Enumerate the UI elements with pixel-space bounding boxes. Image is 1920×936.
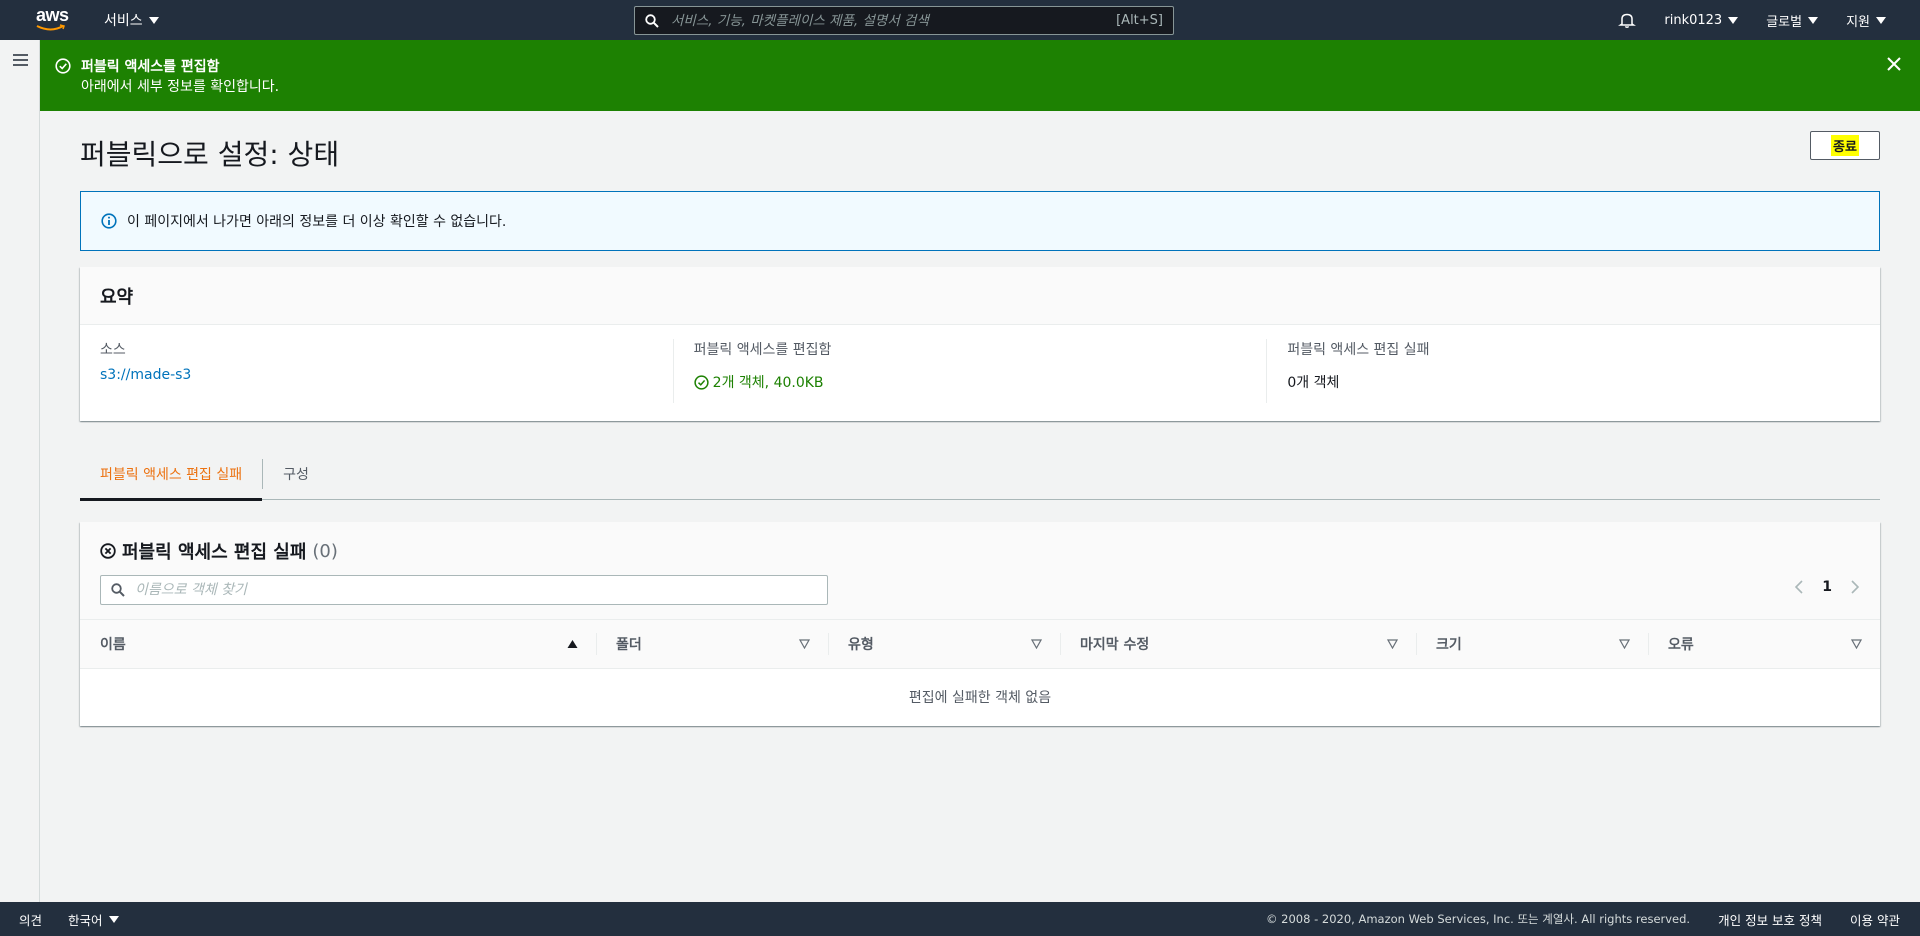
table-search-input[interactable] — [135, 582, 817, 598]
succeeded-value-wrap: 2개 객체, 40.0KB — [694, 372, 1247, 392]
global-search[interactable]: [Alt+S] — [634, 6, 1174, 35]
copyright-text: © 2008 - 2020, Amazon Web Services, Inc.… — [1266, 912, 1691, 926]
pagination: 1 — [1794, 579, 1860, 595]
menu-icon[interactable] — [13, 54, 28, 66]
source-label: 소스 — [100, 342, 126, 358]
column-header-name[interactable]: 이름 — [80, 620, 596, 669]
table-title: 퍼블릭 액세스 편집 실패 (0) — [100, 538, 338, 564]
support-menu-button[interactable]: 지원 — [1832, 11, 1900, 30]
search-icon — [645, 13, 659, 28]
column-label: 마지막 수정 — [1080, 637, 1150, 653]
page-title: 퍼블릭으로 설정: 상태 — [80, 138, 340, 171]
region-menu-button[interactable]: 글로벌 — [1752, 11, 1832, 30]
footer-left: 의견 한국어 — [19, 902, 119, 936]
caret-down-icon — [1728, 16, 1739, 24]
account-label: rink0123 — [1664, 12, 1723, 28]
summary-columns: 소스 s3://made-s3 퍼블릭 액세스를 편집함 2개 객체, 40.0… — [80, 325, 1880, 403]
table-count: (0) — [312, 540, 338, 562]
sort-icon — [1387, 638, 1398, 649]
tab-failed-edits[interactable]: 퍼블릭 액세스 편집 실패 — [80, 448, 263, 501]
search-input[interactable] — [671, 12, 1117, 29]
aws-logo[interactable]: aws — [36, 6, 72, 32]
table-header-area: 퍼블릭 액세스 편집 실패 (0) 1 — [80, 522, 1880, 620]
aws-smile-icon — [36, 24, 65, 31]
success-check-icon — [55, 58, 71, 74]
succeeded-value: 2개 객체, 40.0KB — [712, 375, 824, 391]
top-navigation: aws 서비스 [Alt+S] rink0123 글로벌 — [0, 0, 1920, 40]
succeeded-label: 퍼블릭 액세스를 편집함 — [693, 342, 832, 358]
column-label: 폴더 — [616, 637, 642, 653]
column-label: 이름 — [100, 637, 126, 653]
source-link[interactable]: s3://made-s3 — [100, 367, 653, 383]
error-x-circle-icon — [100, 543, 116, 559]
success-check-icon — [694, 374, 709, 390]
services-label: 서비스 — [104, 13, 143, 29]
column-header-size[interactable]: 크기 — [1416, 620, 1648, 669]
summary-failed: 퍼블릭 액세스 편집 실패 0개 객체 — [1266, 339, 1860, 403]
sort-icon — [799, 638, 810, 649]
sort-icon — [1031, 638, 1042, 649]
side-navigation-rail — [0, 40, 40, 902]
footer: 의견 한국어 © 2008 - 2020, Amazon Web Service… — [0, 902, 1920, 936]
account-menu-button[interactable]: rink0123 — [1650, 13, 1752, 28]
info-alert: 이 페이지에서 나가면 아래의 정보를 더 이상 확인할 수 없습니다. — [80, 191, 1880, 251]
column-header-folder[interactable]: 폴더 — [596, 620, 828, 669]
failed-value: 0개 객체 — [1287, 375, 1340, 391]
terms-link[interactable]: 이용 약관 — [1850, 910, 1900, 929]
column-header-type[interactable]: 유형 — [828, 620, 1060, 669]
close-icon[interactable] — [1886, 56, 1902, 72]
page-number[interactable]: 1 — [1822, 579, 1832, 595]
summary-container: 요약 소스 s3://made-s3 퍼블릭 액세스를 편집함 2개 객체, 4… — [80, 267, 1880, 421]
nav-right-group: rink0123 글로벌 지원 — [1604, 0, 1900, 40]
table-search[interactable] — [100, 575, 828, 605]
column-header-error[interactable]: 오류 — [1648, 620, 1880, 669]
column-label: 유형 — [848, 637, 874, 653]
language-label: 한국어 — [68, 912, 103, 928]
table-empty-state: 편집에 실패한 객체 없음 — [908, 690, 1052, 706]
notifications-button[interactable] — [1604, 11, 1650, 29]
caret-down-icon — [1808, 16, 1819, 24]
footer-right: © 2008 - 2020, Amazon Web Services, Inc.… — [1266, 902, 1900, 936]
column-label: 크기 — [1436, 637, 1462, 653]
aws-logo-text: aws — [36, 5, 69, 25]
end-button[interactable]: 종료 — [1810, 131, 1880, 160]
sort-icon — [1851, 638, 1862, 649]
chevron-right-icon[interactable] — [1850, 580, 1860, 594]
tab-configuration[interactable]: 구성 — [263, 448, 329, 500]
success-flashbar: 퍼블릭 액세스를 편집함 아래에서 세부 정보를 확인합니다. — [40, 40, 1920, 111]
privacy-policy-link[interactable]: 개인 정보 보호 정책 — [1718, 910, 1822, 929]
column-header-last-modified[interactable]: 마지막 수정 — [1060, 620, 1416, 669]
sort-icon — [1619, 638, 1630, 649]
caret-down-icon — [1876, 16, 1886, 24]
search-shortcut-hint: [Alt+S] — [1116, 13, 1163, 28]
feedback-link[interactable]: 의견 — [19, 910, 42, 929]
summary-source: 소스 s3://made-s3 — [100, 339, 673, 403]
bell-icon — [1618, 13, 1637, 28]
flash-title: 퍼블릭 액세스를 편집함 — [81, 59, 220, 75]
summary-header: 요약 — [80, 267, 1880, 325]
failed-objects-table: 퍼블릭 액세스 편집 실패 (0) 1 이름 폴더 — [80, 522, 1880, 726]
search-icon — [111, 583, 125, 597]
support-label: 지원 — [1846, 14, 1870, 30]
sort-ascending-icon — [567, 639, 578, 648]
end-button-label: 종료 — [1831, 135, 1859, 156]
chevron-left-icon[interactable] — [1794, 580, 1804, 594]
caret-down-icon — [108, 915, 119, 923]
language-selector[interactable]: 한국어 — [68, 910, 119, 929]
column-label: 오류 — [1668, 637, 1694, 653]
summary-succeeded: 퍼블릭 액세스를 편집함 2개 객체, 40.0KB — [672, 339, 1267, 403]
table-column-headers: 이름 폴더 유형 마지막 수정 크기 오류 — [80, 620, 1880, 669]
table-title-text: 퍼블릭 액세스 편집 실패 — [122, 542, 307, 563]
region-label: 글로벌 — [1766, 14, 1803, 30]
tab-list: 퍼블릭 액세스 편집 실패 구성 — [80, 448, 1880, 501]
failed-label: 퍼블릭 액세스 편집 실패 — [1287, 342, 1430, 358]
services-menu-button[interactable]: 서비스 — [104, 0, 159, 40]
info-icon — [101, 213, 117, 229]
caret-down-icon — [148, 16, 159, 24]
flash-message: 아래에서 세부 정보를 확인합니다. — [81, 79, 280, 95]
info-alert-text: 이 페이지에서 나가면 아래의 정보를 더 이상 확인할 수 없습니다. — [127, 214, 507, 230]
